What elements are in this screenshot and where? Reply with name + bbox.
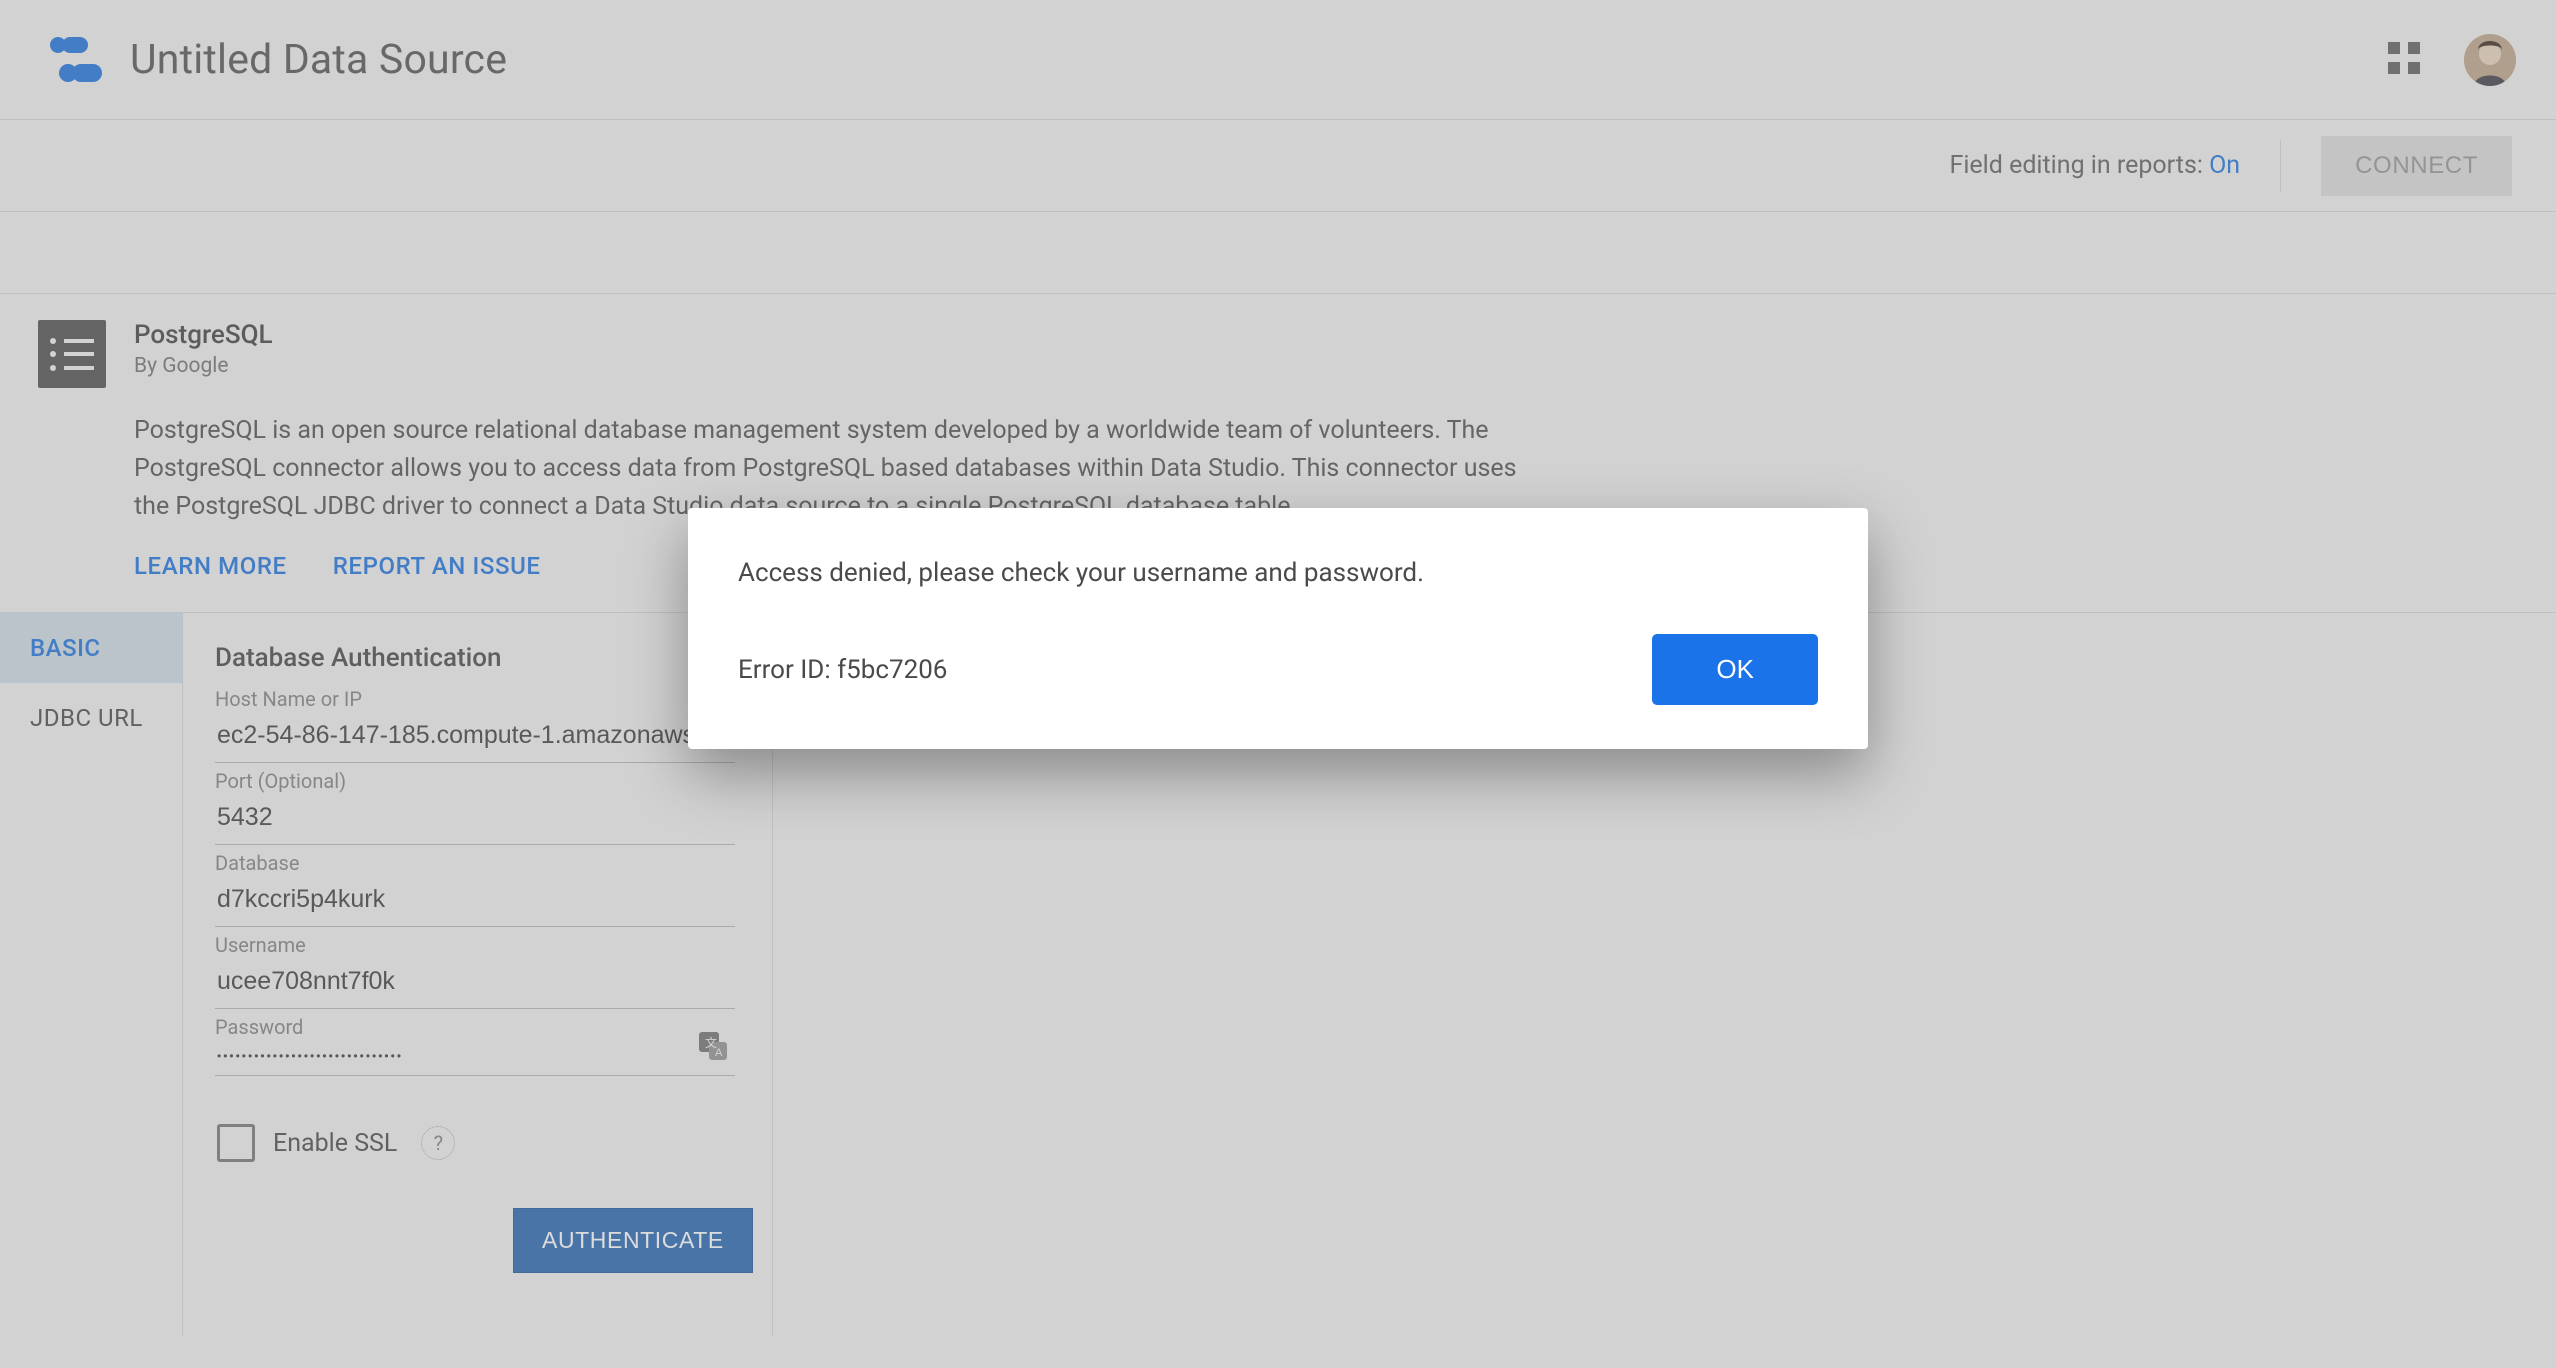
modal-error-id: Error ID: f5bc7206 — [738, 655, 947, 685]
error-modal: Access denied, please check your usernam… — [688, 508, 1868, 749]
modal-overlay: Access denied, please check your usernam… — [0, 0, 2556, 1368]
modal-message: Access denied, please check your usernam… — [738, 558, 1818, 588]
ok-button[interactable]: OK — [1652, 634, 1818, 705]
